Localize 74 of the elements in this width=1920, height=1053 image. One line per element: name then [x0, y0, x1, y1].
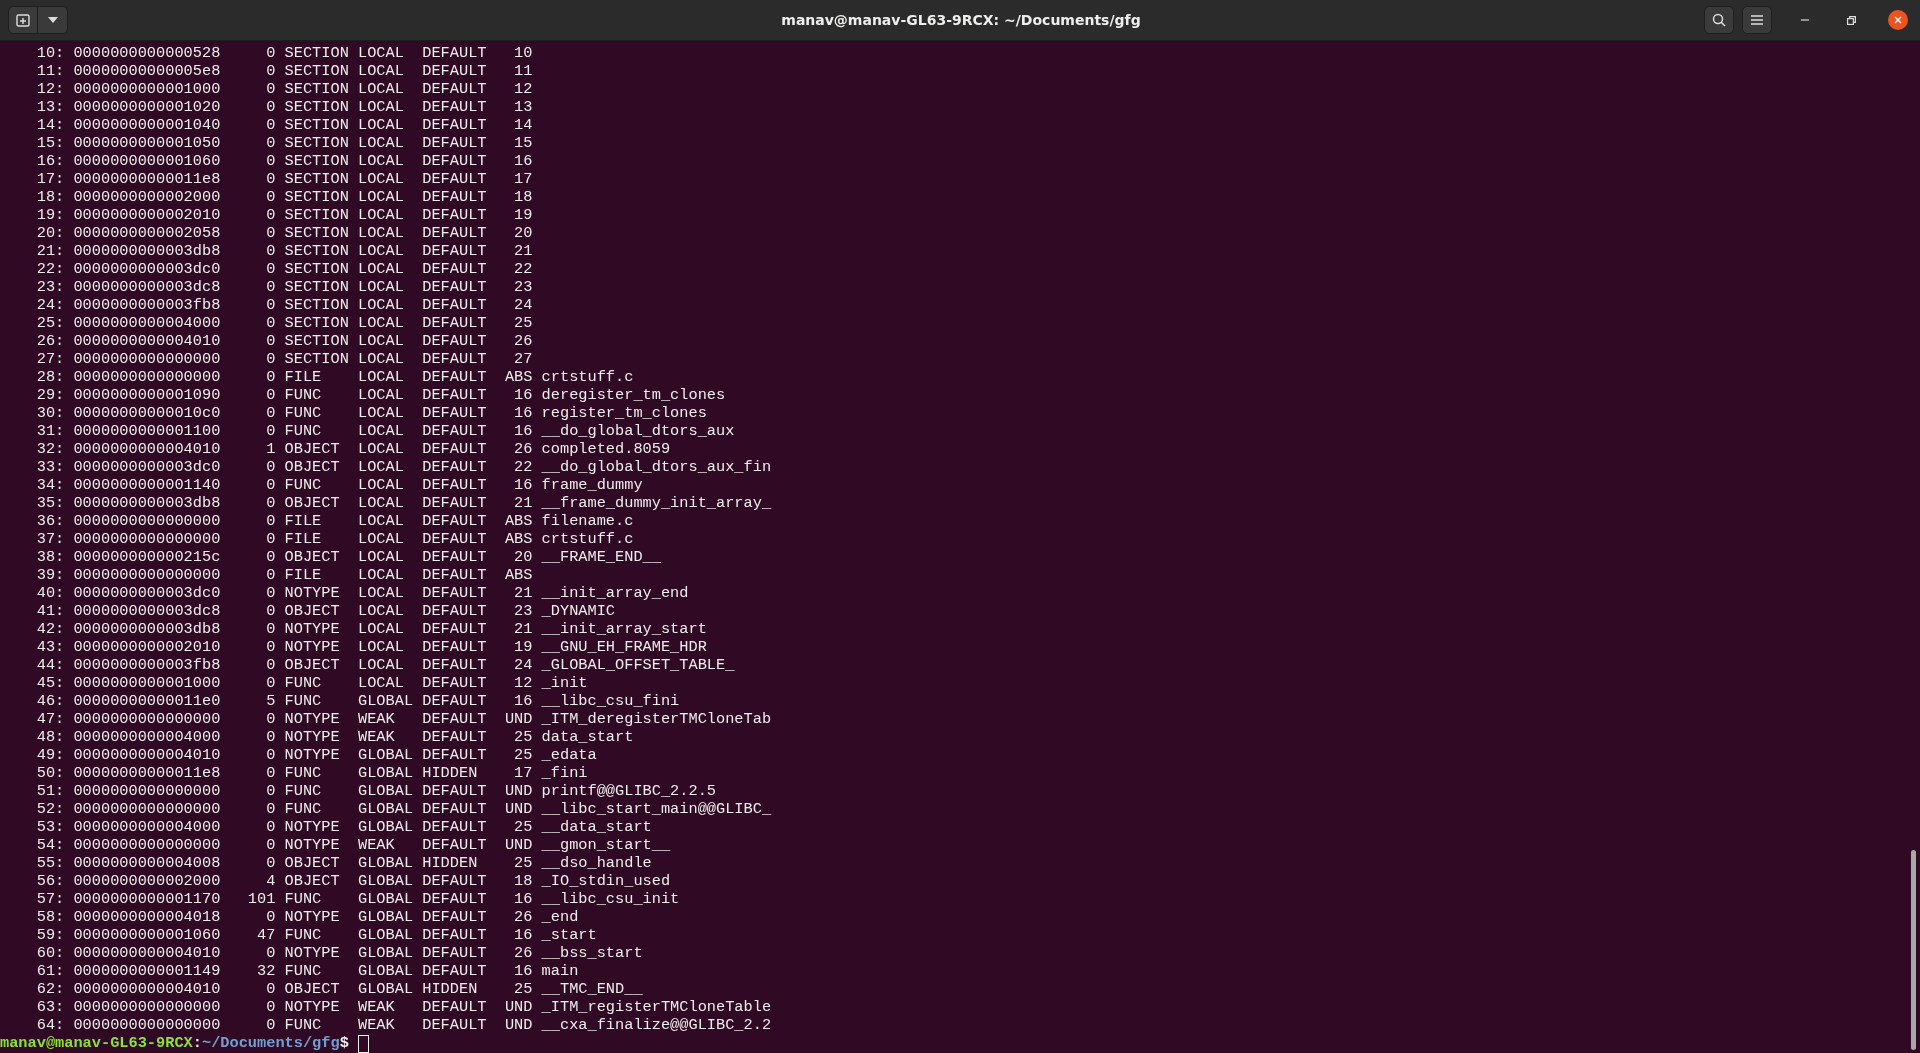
terminal-line: 27: 0000000000000000 0 SECTION LOCAL DEFAULT 27	[35, 350, 533, 368]
terminal-line: 62: 0000000000004010 0 OBJECT GLOBAL HIDDEN 25 __TMC_END__	[35, 980, 643, 998]
terminal-line: 54: 0000000000000000 0 NOTYPE WEAK DEFAULT UND __gmon_start__	[35, 836, 671, 854]
prompt-separator: :	[192, 1034, 202, 1053]
search-icon	[1712, 13, 1726, 27]
caret-icon	[47, 17, 58, 23]
new-tab-button[interactable]	[8, 6, 38, 34]
terminal-line: 24: 0000000000003fb8 0 SECTION LOCAL DEFAULT 24	[35, 296, 533, 314]
terminal-line: 46: 00000000000011e0 5 FUNC GLOBAL DEFAULT 16 __libc_csu_fini	[35, 692, 680, 710]
terminal-line: 39: 0000000000000000 0 FILE LOCAL DEFAULT ABS	[35, 566, 533, 584]
terminal-line: 55: 0000000000004008 0 OBJECT GLOBAL HIDDEN 25 __dso_handle	[35, 854, 652, 872]
close-icon	[1894, 16, 1902, 24]
terminal-line: 40: 0000000000003dc0 0 NOTYPE LOCAL DEFAULT 21 __init_array_end	[35, 584, 689, 602]
terminal-line: 34: 0000000000001140 0 FUNC LOCAL DEFAULT 16 frame_dummy	[35, 476, 643, 494]
prompt-path: ~/Documents/gfg	[201, 1034, 340, 1053]
terminal-line: 31: 0000000000001100 0 FUNC LOCAL DEFAULT 16 __do_global_dtors_aux	[35, 422, 735, 440]
terminal-line: 37: 0000000000000000 0 FILE LOCAL DEFAULT ABS crtstuff.c	[35, 530, 634, 548]
terminal-line: 30: 00000000000010c0 0 FUNC LOCAL DEFAULT 16 register_tm_clones	[35, 404, 707, 422]
terminal-line: 10: 0000000000000528 0 SECTION LOCAL DEFAULT 10	[35, 44, 533, 62]
terminal-line: 26: 0000000000004010 0 SECTION LOCAL DEFAULT 26	[35, 332, 533, 350]
search-button[interactable]	[1704, 6, 1734, 34]
terminal-line: 59: 0000000000001060 47 FUNC GLOBAL DEFAULT 16 _start	[35, 926, 597, 944]
restore-icon	[1846, 15, 1856, 25]
scrollbar-thumb[interactable]	[1911, 850, 1916, 1050]
terminal-line: 19: 0000000000002010 0 SECTION LOCAL DEFAULT 19	[35, 206, 533, 224]
terminal-line: 57: 0000000000001170 101 FUNC GLOBAL DEFAULT 16 __libc_csu_init	[35, 890, 680, 908]
terminal-line: 52: 0000000000000000 0 FUNC GLOBAL DEFAULT UND __libc_start_main@@GLIBC_	[35, 800, 772, 818]
terminal-line: 14: 0000000000001040 0 SECTION LOCAL DEFAULT 14	[35, 116, 533, 134]
terminal-line: 12: 0000000000001000 0 SECTION LOCAL DEFAULT 12	[35, 80, 533, 98]
window-title: manav@manav-GL63-9RCX: ~/Documents/gfg	[781, 12, 1141, 28]
terminal-line: 38: 000000000000215c 0 OBJECT LOCAL DEFAULT 20 __FRAME_END__	[35, 548, 661, 566]
terminal-line: 20: 0000000000002058 0 SECTION LOCAL DEFAULT 20	[35, 224, 533, 242]
cursor	[357, 1035, 369, 1053]
terminal-line: 17: 00000000000011e8 0 SECTION LOCAL DEFAULT 17	[35, 170, 533, 188]
dropdown-button[interactable]	[38, 6, 68, 34]
terminal-line: 48: 0000000000004000 0 NOTYPE WEAK DEFAULT 25 data_start	[35, 728, 634, 746]
terminal-line: 18: 0000000000002000 0 SECTION LOCAL DEFAULT 18	[35, 188, 533, 206]
terminal-line: 32: 0000000000004010 1 OBJECT LOCAL DEFAULT 26 completed.8059	[35, 440, 671, 458]
terminal-line: 58: 0000000000004018 0 NOTYPE GLOBAL DEFAULT 26 _end	[35, 908, 579, 926]
terminal-line: 25: 0000000000004000 0 SECTION LOCAL DEFAULT 25	[35, 314, 533, 332]
terminal-line: 33: 0000000000003dc0 0 OBJECT LOCAL DEFAULT 22 __do_global_dtors_aux_fin	[35, 458, 772, 476]
terminal-line: 41: 0000000000003dc8 0 OBJECT LOCAL DEFAULT 23 _DYNAMIC	[35, 602, 616, 620]
close-button[interactable]	[1888, 10, 1908, 30]
prompt-user-host: manav@manav-GL63-9RCX	[0, 1034, 193, 1053]
terminal-line: 50: 00000000000011e8 0 FUNC GLOBAL HIDDEN 17 _fini	[35, 764, 588, 782]
terminal-line: 49: 0000000000004010 0 NOTYPE GLOBAL DEFAULT 25 _edata	[35, 746, 597, 764]
terminal-line: 53: 0000000000004000 0 NOTYPE GLOBAL DEFAULT 25 __data_start	[35, 818, 652, 836]
terminal-line: 16: 0000000000001060 0 SECTION LOCAL DEFAULT 16	[35, 152, 533, 170]
new-tab-icon	[16, 13, 30, 27]
terminal-line: 15: 0000000000001050 0 SECTION LOCAL DEFAULT 15	[35, 134, 533, 152]
terminal-line: 42: 0000000000003db8 0 NOTYPE LOCAL DEFAULT 21 __init_array_start	[35, 620, 707, 638]
terminal-line: 28: 0000000000000000 0 FILE LOCAL DEFAULT ABS crtstuff.c	[35, 368, 634, 386]
minimize-icon	[1801, 19, 1809, 21]
terminal-line: 35: 0000000000003db8 0 OBJECT LOCAL DEFAULT 21 __frame_dummy_init_array_	[35, 494, 772, 512]
terminal-line: 45: 0000000000001000 0 FUNC LOCAL DEFAULT 12 _init	[35, 674, 588, 692]
terminal-line: 23: 0000000000003dc8 0 SECTION LOCAL DEFAULT 23	[35, 278, 533, 296]
terminal-line: 11: 00000000000005e8 0 SECTION LOCAL DEFAULT 11	[35, 62, 533, 80]
terminal-line: 47: 0000000000000000 0 NOTYPE WEAK DEFAULT UND _ITM_deregisterTMCloneTab	[35, 710, 772, 728]
menu-icon	[1751, 15, 1763, 25]
terminal-line: 56: 0000000000002000 4 OBJECT GLOBAL DEFAULT 18 _IO_stdin_used	[35, 872, 671, 890]
terminal-line: 22: 0000000000003dc0 0 SECTION LOCAL DEFAULT 22	[35, 260, 533, 278]
prompt-symbol: $	[339, 1034, 349, 1053]
terminal-line: 63: 0000000000000000 0 NOTYPE WEAK DEFAULT UND _ITM_registerTMCloneTable	[35, 998, 772, 1016]
terminal-line: 21: 0000000000003db8 0 SECTION LOCAL DEFAULT 21	[35, 242, 533, 260]
menu-button[interactable]	[1742, 6, 1772, 34]
terminal-line: 36: 0000000000000000 0 FILE LOCAL DEFAULT ABS filename.c	[35, 512, 634, 530]
terminal-line: 60: 0000000000004010 0 NOTYPE GLOBAL DEFAULT 26 __bss_start	[35, 944, 643, 962]
terminal-line: 44: 0000000000003fb8 0 OBJECT LOCAL DEFAULT 24 _GLOBAL_OFFSET_TABLE_	[35, 656, 735, 674]
terminal-line: 29: 0000000000001090 0 FUNC LOCAL DEFAULT 16 deregister_tm_clones	[35, 386, 726, 404]
terminal-line: 51: 0000000000000000 0 FUNC GLOBAL DEFAULT UND printf@@GLIBC_2.2.5	[35, 782, 716, 800]
terminal-line: 43: 0000000000002010 0 NOTYPE LOCAL DEFAULT 19 __GNU_EH_FRAME_HDR	[35, 638, 707, 656]
terminal-line: 64: 0000000000000000 0 FUNC WEAK DEFAULT UND __cxa_finalize@@GLIBC_2.2	[35, 1016, 772, 1034]
terminal-line: 13: 0000000000001020 0 SECTION LOCAL DEFAULT 13	[35, 98, 533, 116]
terminal-line: 61: 0000000000001149 32 FUNC GLOBAL DEFAULT 16 main	[35, 962, 579, 980]
